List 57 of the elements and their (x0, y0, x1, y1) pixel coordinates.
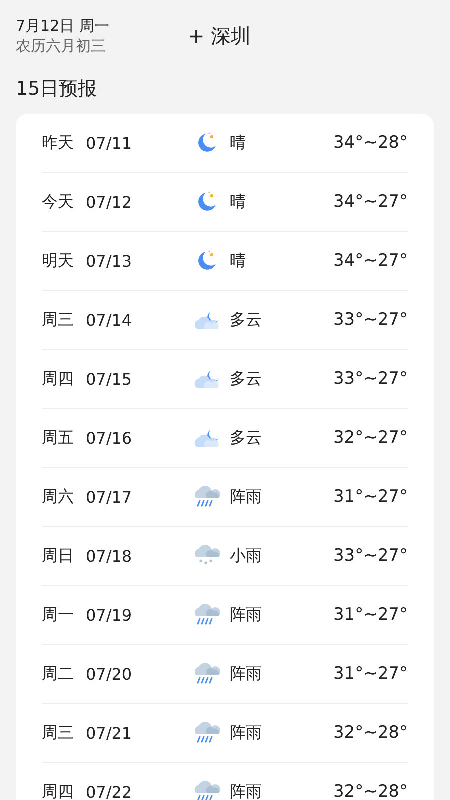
day-label: 周二 (42, 664, 75, 684)
weather-condition: 多云 (230, 368, 262, 390)
temperature-range: 31°~27° (333, 664, 408, 684)
temperature-range: 32°~28° (333, 723, 408, 743)
lunar-date: 农历六月初三 (16, 36, 107, 56)
date-label: 07/18 (86, 546, 134, 566)
weather-condition: 晴 (230, 132, 246, 154)
date-text: 7月12日 周一 (16, 16, 110, 36)
weather-condition: 晴 (230, 250, 246, 272)
weather-condition: 阵雨 (230, 782, 262, 800)
day-label: 周三 (42, 310, 75, 330)
city-name[interactable]: 深圳 (210, 22, 251, 50)
date-label: 07/20 (86, 664, 134, 684)
temperature-range: 34°~27° (333, 251, 408, 271)
temperature-range: 34°~28° (333, 133, 408, 153)
weather-condition: 阵雨 (230, 722, 262, 744)
temperature-range: 33°~27° (333, 369, 408, 389)
day-label: 昨天 (42, 132, 75, 154)
cloud-moon-icon (193, 309, 221, 331)
add-city-icon[interactable]: + (188, 24, 205, 48)
temperature-range: 33°~27° (333, 546, 408, 566)
cloud-moon-icon (193, 368, 221, 390)
date-label: 07/16 (86, 428, 134, 448)
weather-condition: 阵雨 (230, 664, 262, 684)
weather-condition: 阵雨 (230, 604, 262, 626)
day-label: 明天 (42, 250, 75, 272)
temperature-range: 34°~27° (333, 192, 408, 212)
temperature-range: 31°~27° (333, 487, 408, 507)
date-label: 07/21 (86, 724, 134, 742)
day-label: 周三 (42, 722, 75, 744)
day-label: 周六 (42, 486, 75, 508)
day-label: 周日 (42, 546, 75, 566)
day-label: 今天 (42, 192, 75, 212)
date-label: 07/19 (86, 606, 134, 624)
temperature-range: 32°~27° (333, 428, 408, 448)
date-label: 07/22 (86, 782, 134, 800)
day-label: 周五 (42, 428, 75, 448)
cloud-moon-icon (193, 427, 221, 449)
rain-cloud-icon (193, 778, 221, 800)
temperature-range: 31°~27° (333, 605, 408, 625)
weather-condition: 阵雨 (230, 486, 262, 508)
weather-condition: 多云 (230, 310, 262, 330)
temperature-range: 33°~27° (333, 310, 408, 330)
date-label: 07/11 (86, 134, 134, 152)
date-label: 07/14 (86, 310, 134, 330)
day-label: 周一 (42, 604, 75, 626)
weather-condition: 晴 (230, 192, 246, 212)
date-label: 07/17 (86, 488, 134, 506)
date-label: 07/15 (86, 370, 134, 388)
temperature-range: 32°~28° (333, 782, 408, 800)
weather-condition: 多云 (230, 428, 262, 448)
forecast-title: 15日预报 (16, 77, 98, 102)
day-label: 周四 (42, 782, 75, 800)
weather-condition: 小雨 (230, 546, 262, 566)
date-label: 07/12 (86, 192, 134, 212)
day-label: 周四 (42, 368, 75, 390)
date-label: 07/13 (86, 252, 134, 270)
